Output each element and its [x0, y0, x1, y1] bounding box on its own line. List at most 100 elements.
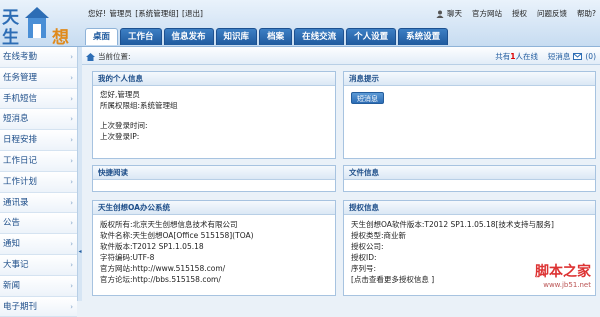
official-site-link[interactable]: 官方网站 [472, 8, 502, 19]
system-line-forum[interactable]: 官方论坛:http://bbs.515158.com/ [100, 274, 328, 285]
chevron-right-icon: › [70, 136, 73, 145]
greeting: 您好! 管理员 [系统管理组] [退出] [88, 8, 204, 19]
sidebar-item-plan[interactable]: 工作计划 › [0, 171, 77, 193]
panel-my-info: 我的个人信息 您好,管理员 所属权限组:系统管理组 上次登录时间: 上次登录IP… [92, 71, 336, 159]
sms-indicator[interactable]: 短消息 (0) [548, 51, 596, 62]
chevron-right-icon: › [70, 73, 73, 82]
site-label: 官方网站 [472, 9, 503, 18]
sidebar-item-label: 工作日记 [3, 155, 38, 166]
chevron-right-icon: › [70, 198, 73, 207]
sidebar-item-label: 通讯录 [3, 197, 29, 208]
system-line: 软件版本:T2012 SP1.1.05.18 [100, 242, 204, 251]
info-line: 您好,管理员 [100, 90, 140, 99]
sms-label: 短消息 [547, 52, 571, 61]
panel-files: 文件信息 [343, 165, 596, 192]
logout-link[interactable]: [退出] [182, 9, 203, 18]
tab-online-chat[interactable]: 在线交流 [294, 28, 345, 45]
greeting-group: [系统管理组] [135, 9, 179, 18]
sidebar-item-sms[interactable]: 手机短信 › [0, 88, 77, 110]
feedback-link[interactable]: 问题反馈 [537, 8, 567, 19]
chevron-right-icon: › [70, 302, 73, 311]
sidebar-item-label: 通知 [3, 239, 21, 250]
sidebar-item-label: 新闻 [3, 280, 21, 291]
system-line: 字符编码:UTF-8 [100, 253, 155, 262]
license-link[interactable]: 授权 [512, 8, 527, 19]
tab-archive[interactable]: 档案 [259, 28, 293, 45]
panel-license: 授权信息 天生创想OA软件版本:T2012 SP1.1.05.18[技术支持与服… [343, 200, 596, 296]
sidebar-item-events[interactable]: 大事记 › [0, 254, 77, 276]
license-line: 授权类型:商业新 [351, 231, 407, 240]
chevron-right-icon: › [70, 115, 73, 124]
panel-title: 文件信息 [344, 166, 595, 180]
sidebar-item-journal[interactable]: 电子期刊 › [0, 296, 77, 317]
sidebar-item-label: 短消息 [3, 114, 29, 125]
online-pre: 共有 [495, 52, 511, 61]
tab-workbench[interactable]: 工作台 [120, 28, 162, 45]
chevron-right-icon: › [70, 94, 73, 103]
chevron-right-icon: › [70, 219, 73, 228]
sidebar-item-announcement[interactable]: 公告 › [0, 213, 77, 235]
main-nav: 桌面 工作台 信息发布 知识库 档案 在线交流 个人设置 系统设置 [85, 28, 449, 45]
panel-title: 快捷阅读 [93, 166, 335, 180]
panel-quick-read: 快捷阅读 [92, 165, 336, 192]
help-label: 帮助? [577, 9, 596, 18]
house-logo-icon [25, 7, 49, 38]
chat-label: 聊天 [447, 9, 463, 18]
sidebar-item-label: 电子期刊 [3, 301, 38, 312]
info-line: 所属权限组:系统管理组 [100, 100, 178, 110]
feedback-label: 问题反馈 [537, 9, 568, 18]
info-line: 上次登录时间: [100, 121, 148, 130]
chevron-right-icon: › [70, 53, 73, 61]
sidebar-item-label: 在线考勤 [3, 52, 38, 62]
chevron-right-icon: › [70, 281, 73, 290]
logo-char-3: 想 [52, 28, 69, 48]
tab-knowledge[interactable]: 知识库 [215, 28, 258, 45]
greeting-user: 管理员 [109, 9, 132, 18]
sidebar-item-notice[interactable]: 通知 › [0, 234, 77, 255]
person-icon [436, 10, 444, 18]
panel-title: 天生创想OA办公系统 [93, 201, 335, 215]
tab-system-settings[interactable]: 系统设置 [398, 28, 449, 45]
panel-messages: 消息提示 短消息 [343, 71, 596, 159]
logo-char-2: 生 [2, 28, 19, 48]
location-label: 当前位置: [98, 52, 131, 61]
collapse-sidebar-icon[interactable]: ◂ [78, 245, 82, 259]
home-icon [86, 52, 95, 61]
system-line-website[interactable]: 官方网站:http://www.515158.com/ [100, 263, 328, 274]
sidebar-item-label: 工作计划 [3, 176, 38, 187]
sidebar-item-tasks[interactable]: 任务管理 › [0, 67, 77, 89]
sidebar-item-label: 任务管理 [3, 72, 38, 83]
chat-link[interactable]: 聊天 [436, 8, 462, 19]
help-link[interactable]: 帮助? [577, 8, 596, 19]
greeting-hello: 您好! [88, 9, 107, 18]
sidebar-item-label: 大事记 [3, 259, 29, 270]
sidebar-divider [78, 47, 82, 301]
license-label: 授权 [512, 9, 528, 18]
sidebar-item-schedule[interactable]: 日程安排 › [0, 130, 77, 151]
top-links: 聊天 官方网站 授权 问题反馈 帮助? [436, 8, 596, 19]
sidebar: 在线考勤 › 任务管理 › 手机短信 › 短消息 › 日程安排 › 工作日记 › 工作计划 ›… [0, 47, 78, 317]
sidebar-item-label: 公告 [3, 218, 21, 229]
watermark-title: 脚本之家 [535, 264, 591, 280]
sidebar-item-messages[interactable]: 短消息 › [0, 109, 77, 131]
panel-title: 授权信息 [344, 201, 595, 215]
chevron-right-icon: › [70, 156, 73, 165]
chevron-right-icon: › [70, 177, 73, 186]
tab-personal-settings[interactable]: 个人设置 [346, 28, 397, 45]
sidebar-item-label: 日程安排 [3, 135, 38, 146]
tab-desktop[interactable]: 桌面 [85, 28, 119, 45]
sidebar-item-label: 手机短信 [3, 93, 38, 104]
sidebar-item-news[interactable]: 新闻 › [0, 275, 77, 297]
sidebar-item-attendance[interactable]: 在线考勤 › [0, 47, 77, 68]
system-line: 版权所有:北京天生创想信息技术有限公司 [100, 220, 238, 229]
info-line: 上次登录IP: [100, 131, 140, 141]
chevron-right-icon: › [70, 240, 73, 249]
sms-button[interactable]: 短消息 [351, 92, 384, 104]
watermark-url: www.jb51.net [543, 281, 591, 289]
logo: 天 生 想 [2, 1, 82, 48]
online-count[interactable]: 共有1人在线 [495, 51, 538, 62]
tab-publish[interactable]: 信息发布 [163, 28, 214, 45]
sidebar-item-contacts[interactable]: 通讯录 › [0, 192, 77, 214]
system-line: 软件名称:天生创想OA[Office 515158](TOA) [100, 231, 254, 240]
sidebar-item-diary[interactable]: 工作日记 › [0, 150, 77, 172]
